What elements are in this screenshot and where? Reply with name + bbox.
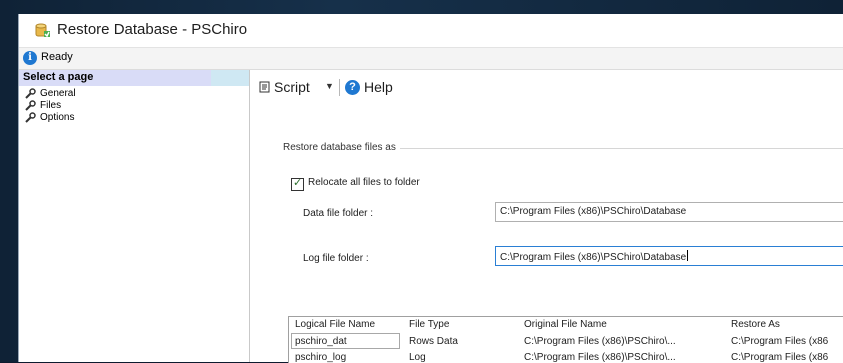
data-folder-label: Data file folder : (303, 208, 374, 219)
table-cell[interactable]: pschiro_log (295, 352, 346, 363)
select-page-header-tail (211, 70, 249, 86)
toolbar-separator (339, 79, 340, 96)
data-folder-value: C:\Program Files (x86)\PSChiro\Database (500, 206, 687, 217)
checkmark-icon: ✓ (293, 176, 303, 189)
wrench-icon (25, 100, 36, 111)
log-folder-value: C:\Program Files (x86)\PSChiro\Database (500, 252, 687, 263)
table-cell[interactable]: pschiro_dat (295, 336, 347, 347)
info-icon: i (23, 51, 37, 65)
window-title: Restore Database - PSChiro (57, 21, 248, 38)
title-bar[interactable]: Restore Database - PSChiro (19, 14, 843, 48)
main-panel: Script ▼ ? Help Restore database files a… (250, 70, 843, 363)
restore-database-window: Restore Database - PSChiro i Ready Selec… (18, 14, 843, 363)
files-table: Logical File Name File Type Original Fil… (288, 316, 843, 363)
chevron-down-icon[interactable]: ▼ (325, 81, 334, 91)
table-cell[interactable]: Log (409, 352, 426, 363)
table-cell[interactable]: C:\Program Files (x86 (731, 336, 828, 347)
sidebar-item-options[interactable]: Options (24, 111, 74, 124)
relocate-checkbox-label: Relocate all files to folder (308, 177, 420, 188)
wrench-icon (25, 88, 36, 99)
select-page-header: Select a page (19, 70, 211, 86)
sidebar-item-label: Options (40, 112, 75, 123)
status-text: Ready (41, 51, 73, 63)
column-header-restore-as[interactable]: Restore As (731, 319, 780, 330)
data-folder-field[interactable]: C:\Program Files (x86)\PSChiro\Database (495, 202, 843, 222)
text-caret (687, 250, 689, 261)
column-header-original-name[interactable]: Original File Name (524, 319, 607, 330)
sidebar-item-label: Files (40, 100, 62, 111)
log-folder-label: Log file folder : (303, 253, 369, 264)
log-folder-field[interactable]: C:\Program Files (x86)\PSChiro\Database (495, 246, 843, 266)
script-button[interactable]: Script (274, 79, 310, 95)
column-header-logical-name[interactable]: Logical File Name (295, 319, 375, 330)
table-cell[interactable]: C:\Program Files (x86 (731, 352, 828, 363)
help-button[interactable]: Help (364, 79, 393, 95)
toolbar: Script ▼ ? Help (250, 70, 843, 102)
restore-files-group-title: Restore database files as (283, 142, 400, 153)
select-page-panel: Select a page General Files Options (19, 70, 250, 362)
select-page-label: Select a page (23, 71, 94, 83)
wrench-icon (25, 112, 36, 123)
sidebar-item-label: General (40, 88, 76, 99)
table-cell[interactable]: C:\Program Files (x86)\PSChiro\... (524, 336, 676, 347)
table-cell[interactable]: C:\Program Files (x86)\PSChiro\... (524, 352, 676, 363)
script-icon[interactable] (259, 81, 271, 93)
relocate-checkbox[interactable]: ✓ (291, 176, 304, 191)
column-header-file-type[interactable]: File Type (409, 319, 449, 330)
restore-database-icon (35, 23, 50, 38)
help-icon[interactable]: ? (345, 80, 360, 95)
table-cell[interactable]: Rows Data (409, 336, 458, 347)
status-bar: i Ready (19, 48, 843, 70)
